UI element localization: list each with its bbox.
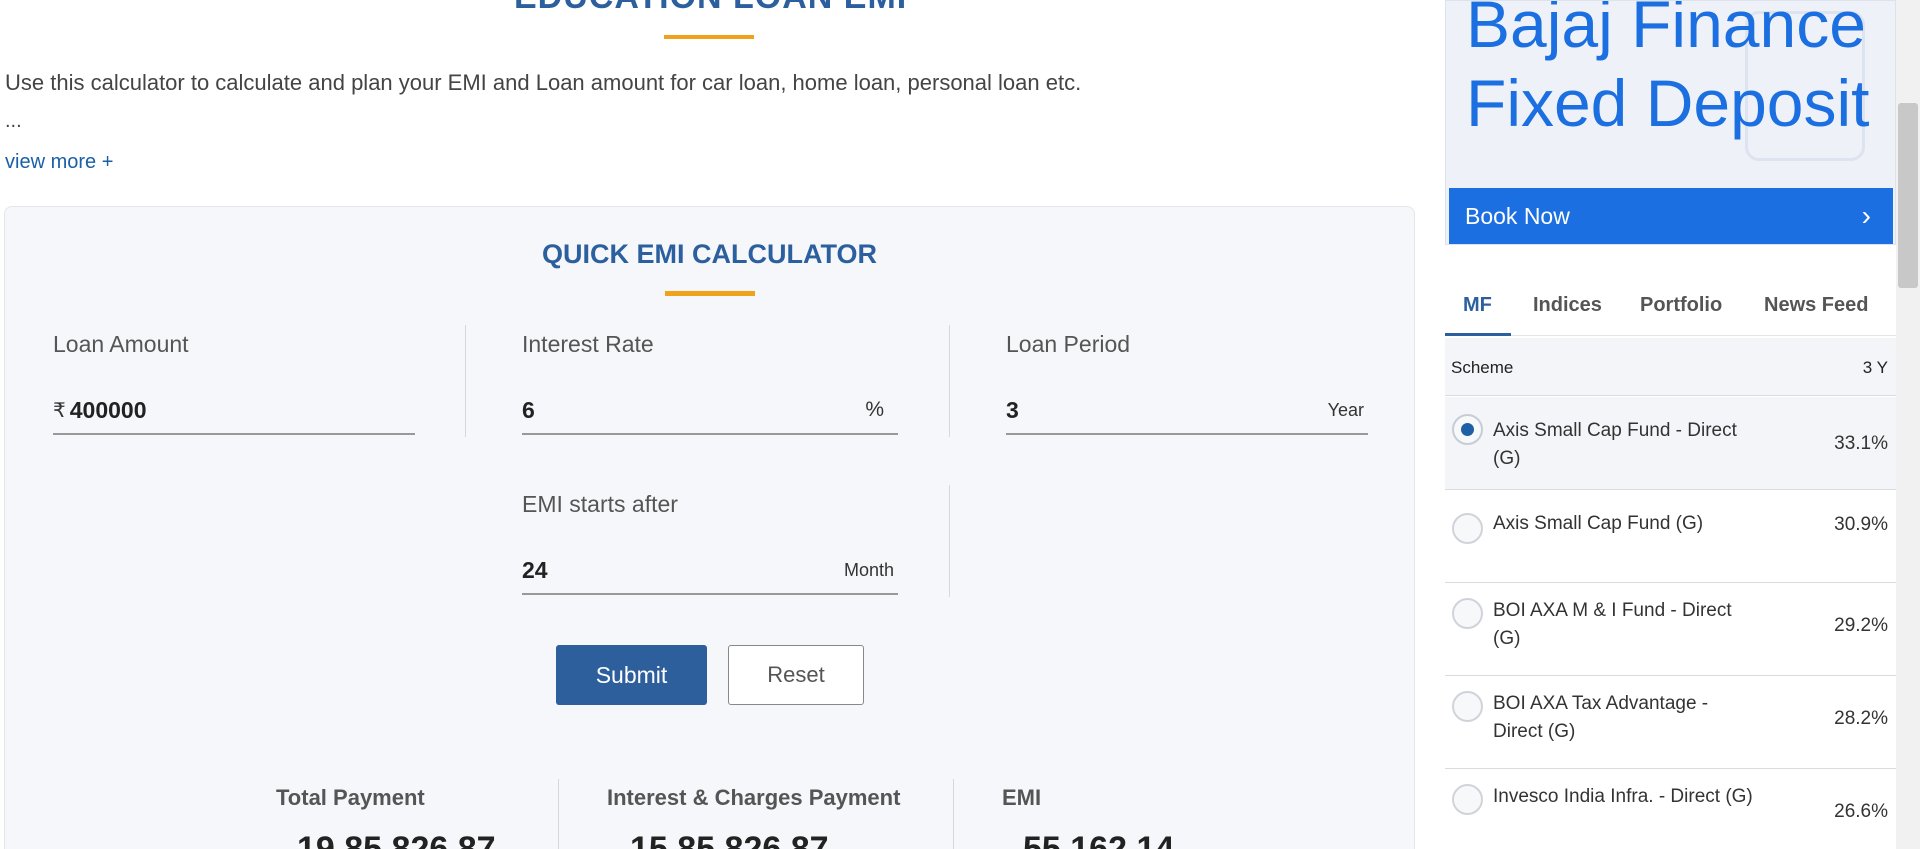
radio-button[interactable] — [1452, 414, 1483, 445]
intro-text: Use this calculator to calculate and pla… — [5, 70, 1082, 95]
emi-label: EMI — [1002, 785, 1042, 810]
percent-unit: % — [865, 398, 884, 421]
return-column-header: 3 Y — [1862, 358, 1888, 377]
loan-amount-field: Loan Amount ₹ 400000 — [53, 331, 415, 445]
interest-charges-value: 15,85,826.87 — [630, 830, 829, 849]
ad-headline: Bajaj Finance Fixed Deposit — [1466, 0, 1870, 143]
loan-amount-value: 400000 — [69, 396, 147, 423]
scheme-column-header: Scheme — [1451, 358, 1514, 377]
column-divider — [949, 485, 950, 597]
interest-rate-field: Interest Rate 6 % — [522, 331, 898, 445]
result-divider — [953, 779, 954, 849]
chevron-right-icon: › — [1861, 200, 1871, 231]
market-tabs: MF Indices Portfolio News Feed — [1445, 280, 1896, 336]
loan-amount-input[interactable]: ₹ 400000 — [53, 387, 415, 435]
tab-news-feed[interactable]: News Feed — [1764, 294, 1868, 317]
radio-button[interactable] — [1452, 691, 1483, 722]
scrollbar-thumb[interactable] — [1898, 103, 1918, 288]
fund-name: Invesco India Infra. - Direct (G) — [1493, 786, 1753, 807]
table-row[interactable]: BOI AXA M & I Fund - Direct (G) 29.2% — [1445, 583, 1896, 676]
reset-button[interactable]: Reset — [728, 645, 864, 705]
table-row[interactable]: Axis Small Cap Fund - Direct (G) 33.1% — [1445, 397, 1896, 490]
ad-headline-line1: Bajaj Finance — [1466, 0, 1866, 61]
view-more-link[interactable]: view more + — [5, 151, 113, 174]
fund-return: 28.2% — [1834, 708, 1888, 729]
interest-rate-label: Interest Rate — [522, 331, 654, 357]
emi-starts-field: EMI starts after 24 Month — [522, 491, 898, 605]
column-divider — [949, 325, 950, 437]
interest-charges-label: Interest & Charges Payment — [607, 785, 901, 810]
tab-indices[interactable]: Indices — [1533, 294, 1602, 317]
fund-name: Axis Small Cap Fund - Direct (G) — [1493, 420, 1737, 469]
table-row[interactable]: BOI AXA Tax Advantage - Direct (G) 28.2% — [1445, 676, 1896, 769]
book-now-label: Book Now — [1465, 202, 1570, 229]
ad-headline-line2: Fixed Deposit — [1466, 66, 1870, 140]
bajaj-finance-ad[interactable]: Bajaj Finance Fixed Deposit Book Now › — [1445, 0, 1896, 245]
loan-period-label: Loan Period — [1006, 331, 1131, 357]
table-row[interactable]: Axis Small Cap Fund (G) 30.9% — [1445, 490, 1896, 583]
fund-return: 33.1% — [1834, 433, 1888, 454]
total-payment-value: 19,85,826.87 — [297, 830, 496, 849]
page-title: EDUCATION LOAN EMI — [514, 0, 907, 17]
loan-period-field: Loan Period 3 Year — [1006, 331, 1368, 445]
fund-name: Axis Small Cap Fund (G) — [1493, 513, 1704, 534]
loan-period-value: 3 — [1006, 396, 1019, 423]
fund-return: 29.2% — [1834, 615, 1888, 636]
column-divider — [465, 325, 466, 437]
fund-return: 30.9% — [1834, 514, 1888, 535]
year-unit: Year — [1327, 399, 1364, 420]
fund-name: BOI AXA Tax Advantage - Direct (G) — [1493, 693, 1709, 742]
intro-ellipsis: ... — [5, 110, 22, 132]
emi-calculator-card: QUICK EMI CALCULATOR Loan Amount ₹ 40000… — [4, 206, 1415, 849]
calculator-title: QUICK EMI CALCULATOR — [542, 239, 877, 269]
loan-period-input[interactable]: 3 Year — [1006, 387, 1368, 435]
emi-starts-input[interactable]: 24 Month — [522, 547, 898, 595]
tab-mf[interactable]: MF — [1463, 294, 1492, 317]
page: EDUCATION LOAN EMI Use this calculator t… — [0, 0, 1920, 849]
month-unit: Month — [843, 559, 894, 580]
radio-button[interactable] — [1452, 784, 1483, 815]
mf-table-header: Scheme 3 Y — [1445, 338, 1896, 396]
tab-portfolio[interactable]: Portfolio — [1640, 294, 1722, 317]
total-payment-label: Total Payment — [276, 785, 425, 810]
fund-return: 26.6% — [1834, 801, 1888, 822]
submit-button[interactable]: Submit — [556, 645, 707, 705]
emi-starts-label: EMI starts after — [522, 491, 678, 517]
book-now-button[interactable]: Book Now › — [1449, 188, 1893, 244]
calculator-title-underline — [665, 291, 755, 296]
loan-amount-label: Loan Amount — [53, 331, 189, 357]
radio-button[interactable] — [1452, 513, 1483, 544]
fund-name: BOI AXA M & I Fund - Direct (G) — [1493, 600, 1732, 649]
page-scrollbar[interactable] — [1896, 0, 1920, 849]
table-row[interactable]: Invesco India Infra. - Direct (G) 26.6% — [1445, 769, 1896, 849]
emi-starts-value: 24 — [522, 556, 548, 583]
title-underline — [664, 35, 754, 39]
interest-rate-input[interactable]: 6 % — [522, 387, 898, 435]
rupee-icon: ₹ — [53, 399, 66, 422]
emi-value: 55,162.14 — [1023, 830, 1175, 849]
radio-button[interactable] — [1452, 598, 1483, 629]
interest-rate-value: 6 — [522, 396, 535, 423]
result-divider — [558, 779, 559, 849]
active-tab-indicator — [1445, 333, 1511, 336]
